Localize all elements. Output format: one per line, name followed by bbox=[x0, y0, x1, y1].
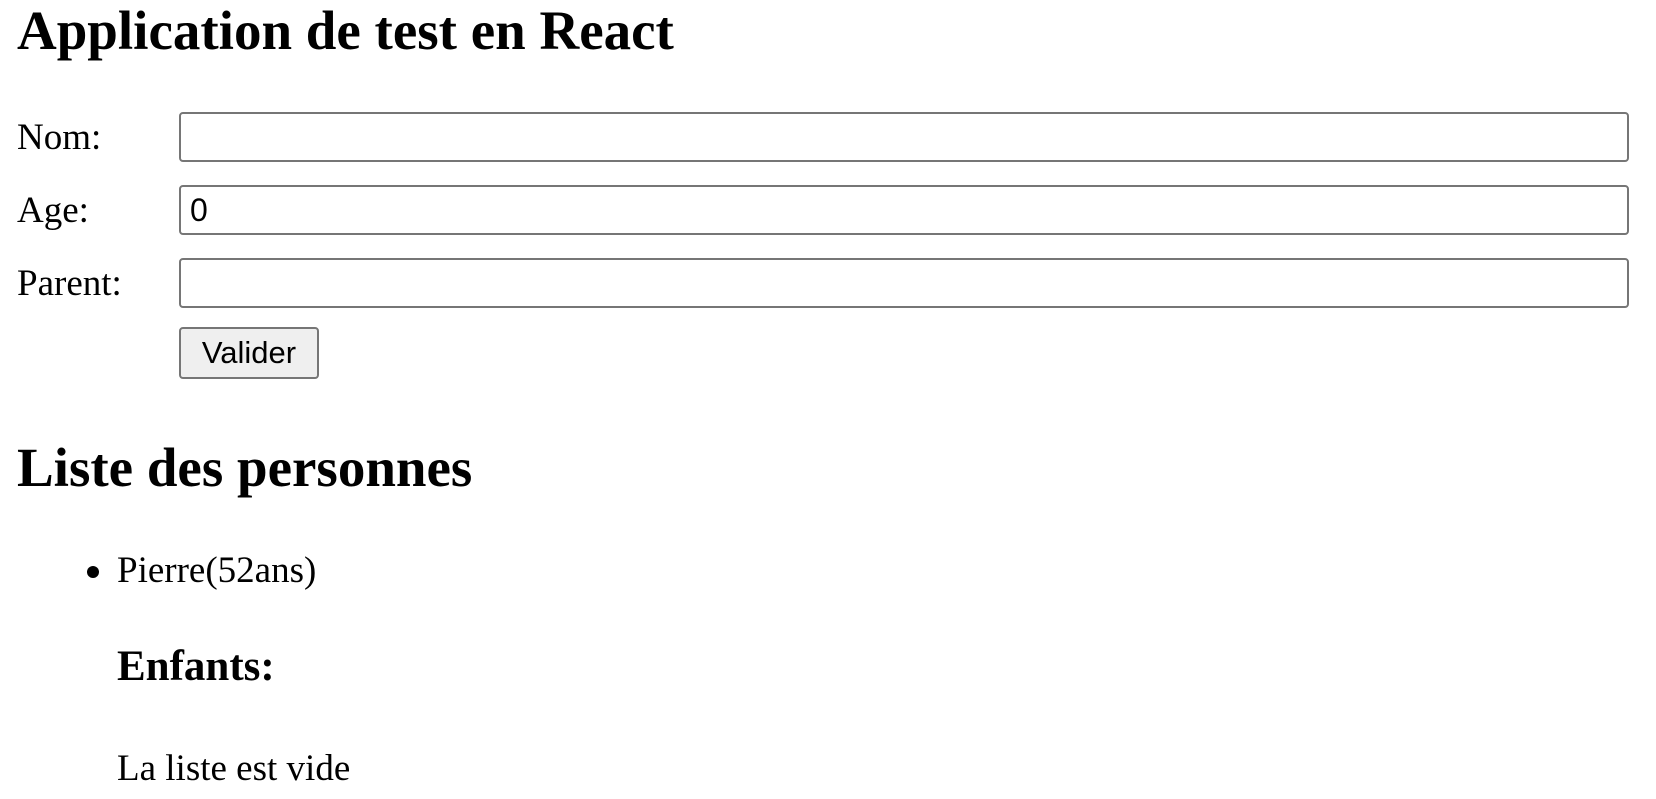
parent-label: Parent: bbox=[17, 262, 122, 304]
bullet-icon bbox=[87, 566, 99, 578]
age-row: Age: bbox=[17, 183, 1637, 237]
person-label: Pierre(52ans) bbox=[117, 550, 317, 591]
age-label: Age: bbox=[17, 189, 89, 231]
children-section: Enfants: La liste est vide bbox=[117, 645, 1200, 787]
list-item: Pierre(52ans) Enfants: La liste est vide bbox=[0, 552, 1200, 787]
submit-button[interactable]: Valider bbox=[179, 327, 319, 379]
page-title: Application de test en React bbox=[17, 0, 674, 61]
person-form: Nom: Age: Parent: Valider bbox=[17, 110, 1637, 379]
people-list-title: Liste des personnes bbox=[17, 437, 473, 498]
name-row: Nom: bbox=[17, 110, 1637, 164]
children-empty-text: La liste est vide bbox=[117, 748, 351, 789]
name-input[interactable] bbox=[179, 112, 1629, 162]
parent-row: Parent: bbox=[17, 256, 1637, 310]
age-input[interactable] bbox=[179, 185, 1629, 235]
children-title: Enfants: bbox=[117, 643, 275, 690]
submit-row: Valider bbox=[17, 327, 1637, 379]
people-list: Pierre(52ans) Enfants: La liste est vide bbox=[0, 552, 1200, 787]
parent-input[interactable] bbox=[179, 258, 1629, 308]
name-label: Nom: bbox=[17, 116, 102, 158]
app-page: Application de test en React Nom: Age: P… bbox=[0, 0, 1656, 799]
